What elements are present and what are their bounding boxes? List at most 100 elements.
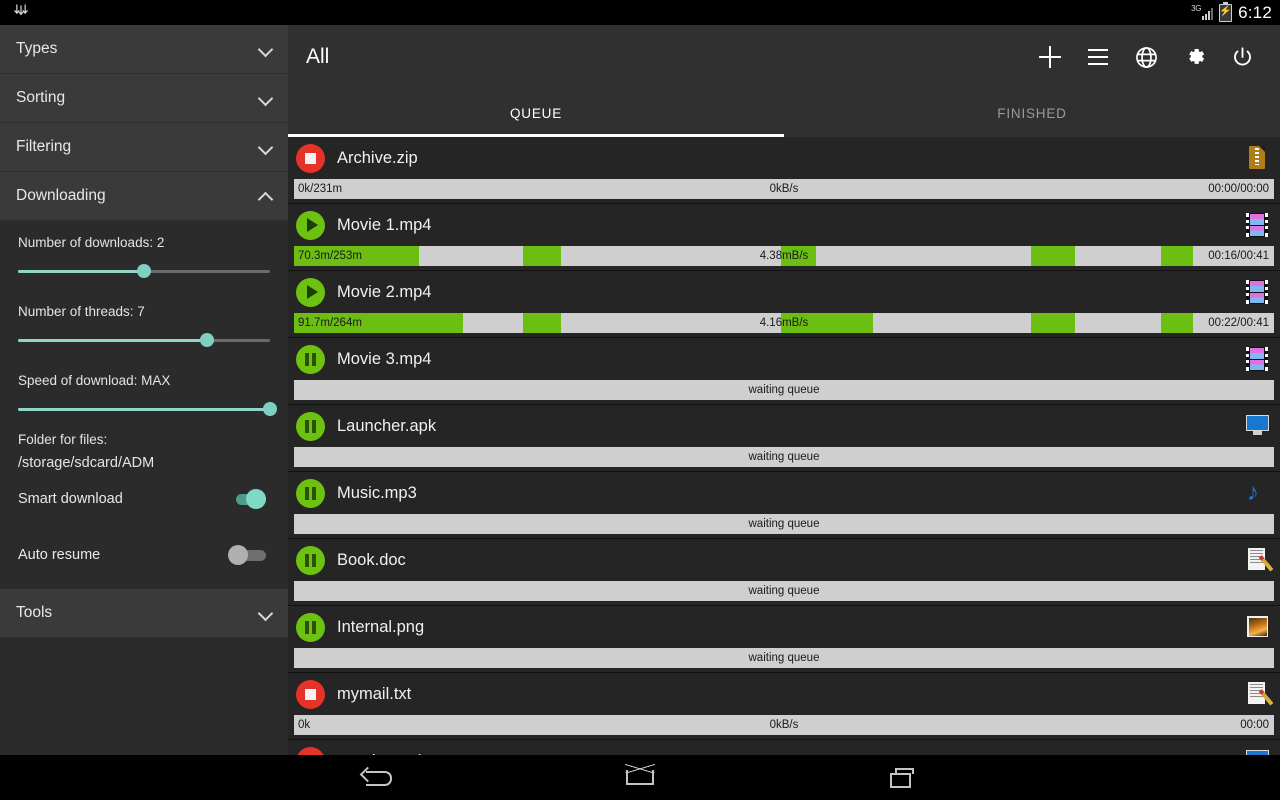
stop-glyph — [305, 688, 316, 700]
progress-bar: 70.3m/253m 4.38mB/s 00:16/00:41 — [294, 246, 1274, 266]
power-button[interactable] — [1218, 33, 1266, 81]
file-type-icon: ♪ — [1244, 480, 1270, 506]
progress-bar: 0k/231m 0kB/s 00:00/00:00 — [294, 179, 1274, 199]
tab-finished[interactable]: FINISHED — [784, 89, 1280, 137]
progress-time-text: 00:22/00:41 — [1208, 317, 1269, 329]
folder-path-value: /storage/sdcard/ADM — [18, 455, 155, 471]
tab-queue[interactable]: QUEUE — [288, 89, 784, 137]
progress-bar: waiting queue — [294, 380, 1274, 400]
progress-bar: waiting queue — [294, 648, 1274, 668]
progress-bar: 91.7m/264m 4.16mB/s 00:22/00:41 — [294, 313, 1274, 333]
download-file-name: Book.doc — [337, 550, 406, 569]
start-download-button[interactable] — [296, 344, 325, 374]
start-download-button[interactable] — [296, 545, 325, 575]
video-file-icon — [1246, 213, 1268, 237]
file-type-icon — [1244, 547, 1274, 573]
number-of-downloads-slider[interactable] — [18, 264, 270, 278]
sidebar-section-tools[interactable]: Tools — [0, 589, 288, 638]
queue-status-text: waiting queue — [748, 652, 820, 664]
sidebar-section-sorting[interactable]: Sorting — [0, 74, 288, 123]
download-row[interactable]: Movie 2.mp4 91.7m/264m 4.16mB/s 00:22/00… — [288, 271, 1280, 338]
setting-number-of-threads: Number of threads: 7 — [0, 290, 288, 347]
app-root: 3G ⚡ 6:12 Types Sorting Filtering Downlo… — [0, 0, 1280, 800]
sidebar-section-label: Types — [16, 40, 58, 57]
slider-fill — [18, 270, 144, 273]
sidebar-section-label: Sorting — [16, 89, 66, 106]
queue-status-text: waiting queue — [748, 518, 820, 530]
main-panel: All QUEUE FINISHED Archive.zip 0k/231m 0… — [288, 25, 1280, 755]
setting-folder-for-files[interactable]: Folder for files: /storage/sdcard/ADM — [0, 428, 288, 471]
list-icon — [1088, 49, 1108, 65]
stop-button[interactable] — [296, 679, 325, 709]
pause-glyph — [305, 620, 316, 634]
number-of-threads-slider[interactable] — [18, 333, 270, 347]
download-row-head: weather.apk — [288, 740, 1280, 755]
download-row-head: mymail.txt — [288, 673, 1280, 715]
signal-icon: 3G — [1191, 4, 1214, 21]
sidebar-section-filtering[interactable]: Filtering — [0, 123, 288, 172]
download-row[interactable]: Movie 3.mp4 waiting queue — [288, 338, 1280, 405]
stop-button[interactable] — [296, 143, 325, 173]
progress-time-text: 00:00 — [1240, 719, 1269, 731]
plus-icon — [1039, 46, 1061, 68]
globe-icon — [1135, 46, 1157, 68]
setting-label: Speed of download: MAX — [18, 373, 171, 388]
download-list[interactable]: Archive.zip 0k/231m 0kB/s 00:00/00:00 Mo… — [288, 137, 1280, 755]
download-file-name: Movie 1.mp4 — [337, 215, 432, 234]
start-download-button[interactable] — [296, 478, 325, 508]
setting-smart-download[interactable]: Smart download — [0, 471, 288, 527]
download-row[interactable]: Internal.png waiting queue — [288, 606, 1280, 673]
sidebar-section-label: Tools — [16, 604, 53, 621]
pause-download-button[interactable] — [296, 210, 325, 240]
download-row-head: Archive.zip — [288, 137, 1280, 179]
stop-button[interactable] — [296, 746, 325, 755]
start-download-button[interactable] — [296, 411, 325, 441]
slider-fill — [18, 339, 207, 342]
settings-button[interactable] — [1170, 33, 1218, 81]
video-file-icon — [1246, 347, 1268, 371]
download-row[interactable]: Launcher.apk waiting queue — [288, 405, 1280, 472]
browser-button[interactable] — [1122, 33, 1170, 81]
play-glyph — [306, 218, 318, 232]
slider-knob[interactable] — [263, 402, 277, 416]
download-row[interactable]: Music.mp3 ♪ waiting queue — [288, 472, 1280, 539]
nav-recents-button[interactable] — [878, 761, 924, 795]
auto-resume-toggle[interactable] — [228, 545, 266, 565]
queue-status-text: waiting queue — [748, 384, 820, 396]
pause-download-button[interactable] — [296, 277, 325, 307]
sidebar-section-types[interactable]: Types — [0, 25, 288, 74]
chevron-down-icon — [258, 605, 274, 621]
download-row[interactable]: weather.apk — [288, 740, 1280, 755]
speed-of-download-slider[interactable] — [18, 402, 277, 416]
start-download-button[interactable] — [296, 612, 325, 642]
download-row[interactable]: Movie 1.mp4 70.3m/253m 4.38mB/s 00:16/00… — [288, 204, 1280, 271]
download-file-name: Archive.zip — [337, 148, 418, 167]
signal-bars — [1202, 7, 1214, 20]
download-row[interactable]: Book.doc waiting queue — [288, 539, 1280, 606]
gear-icon — [1188, 48, 1204, 64]
file-type-icon — [1244, 279, 1270, 305]
add-download-button[interactable] — [1026, 33, 1074, 81]
download-row[interactable]: Archive.zip 0k/231m 0kB/s 00:00/00:00 — [288, 137, 1280, 204]
downloading-settings-panel: Number of downloads: 2 Number of threads… — [0, 221, 288, 589]
nav-home-button[interactable] — [617, 761, 663, 795]
android-nav-bar — [0, 755, 1280, 800]
setting-label: Number of threads: 7 — [18, 304, 145, 319]
sidebar-section-downloading[interactable]: Downloading — [0, 172, 288, 221]
list-button[interactable] — [1074, 33, 1122, 81]
slider-knob[interactable] — [200, 333, 214, 347]
download-row-head: Launcher.apk — [288, 405, 1280, 447]
setting-auto-resume[interactable]: Auto resume — [0, 527, 288, 583]
clock: 6:12 — [1238, 2, 1272, 22]
smart-download-toggle[interactable] — [228, 489, 266, 509]
tab-bar: QUEUE FINISHED — [288, 89, 1280, 137]
file-type-icon — [1244, 748, 1270, 755]
pause-glyph — [305, 486, 316, 500]
slider-knob[interactable] — [137, 264, 151, 278]
document-file-icon — [1248, 682, 1274, 706]
progress-bar: waiting queue — [294, 514, 1274, 534]
nav-back-button[interactable] — [356, 761, 402, 795]
download-row-head: Movie 2.mp4 — [288, 271, 1280, 313]
file-type-icon — [1244, 145, 1270, 171]
download-row[interactable]: mymail.txt 0k 0kB/s 00:00 — [288, 673, 1280, 740]
